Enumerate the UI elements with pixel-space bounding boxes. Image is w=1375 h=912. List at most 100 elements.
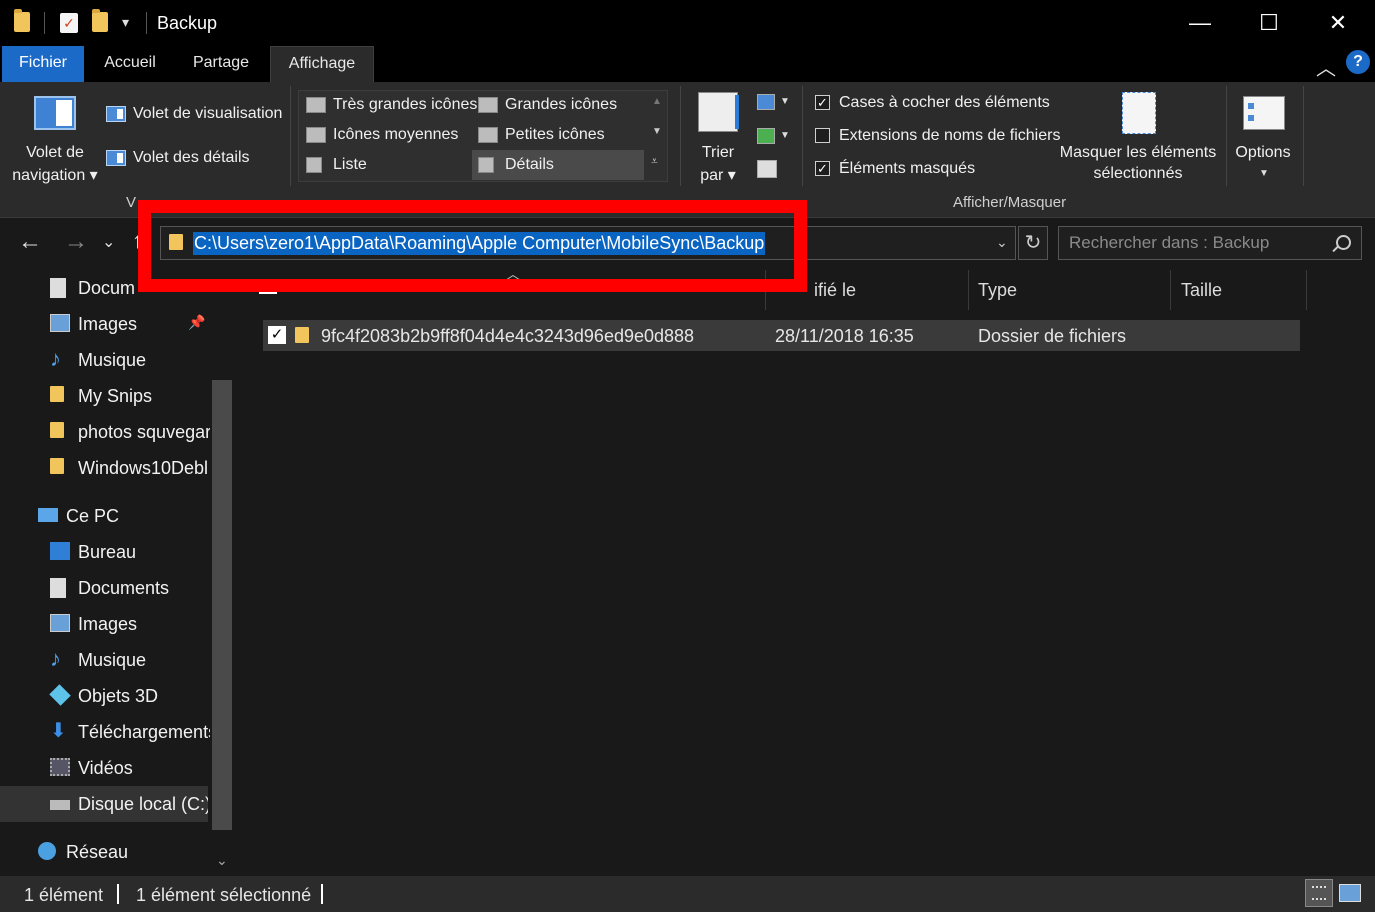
sort-by-label[interactable]: Trier bbox=[690, 144, 746, 162]
file-extensions-checkbox[interactable] bbox=[815, 128, 830, 143]
column-header-type[interactable]: Type bbox=[978, 280, 1017, 301]
layout-small-icons[interactable]: Petites icônes bbox=[505, 126, 605, 144]
tab-fichier[interactable]: Fichier bbox=[2, 46, 84, 82]
nav-item-reseau[interactable]: Réseau bbox=[0, 834, 210, 870]
layout-list[interactable]: Liste bbox=[333, 156, 367, 174]
large-icons-view-icon[interactable] bbox=[1339, 884, 1361, 902]
details-pane-button[interactable]: Volet des détails bbox=[133, 149, 250, 167]
hide-selected-label-2[interactable]: sélectionnés bbox=[1056, 165, 1220, 183]
nav-item-label: Docum bbox=[78, 278, 136, 298]
nav-item-documents-pc[interactable]: Documents bbox=[0, 570, 210, 606]
music-icon: ♪ bbox=[50, 346, 61, 371]
gallery-up-icon[interactable]: ▲ bbox=[652, 96, 662, 107]
nav-item-photos[interactable]: photos squvegar bbox=[0, 414, 210, 450]
nav-item-bureau[interactable]: Bureau bbox=[0, 534, 210, 570]
divider bbox=[146, 12, 147, 34]
row-checkbox[interactable]: ✓ bbox=[268, 326, 286, 344]
customize-toolbar-icon[interactable]: ▾ bbox=[122, 14, 129, 31]
properties-icon[interactable]: ✓ bbox=[60, 13, 78, 33]
folder-icon bbox=[50, 386, 70, 404]
layout-details[interactable]: Détails bbox=[505, 156, 554, 174]
item-checkboxes-label[interactable]: Cases à cocher des éléments bbox=[839, 94, 1050, 112]
nav-item-objets-3d[interactable]: Objets 3D bbox=[0, 678, 210, 714]
maximize-button[interactable]: ☐ bbox=[1234, 0, 1304, 46]
video-icon bbox=[50, 758, 70, 776]
column-header-size[interactable]: Taille bbox=[1181, 280, 1222, 301]
navigation-pane-label[interactable]: Volet de bbox=[4, 144, 106, 162]
details-pane-icon bbox=[106, 150, 126, 166]
hide-selected-icon[interactable] bbox=[1122, 92, 1156, 134]
nav-item-label: Bureau bbox=[78, 542, 137, 562]
divider bbox=[1170, 270, 1171, 310]
options-label[interactable]: Options bbox=[1230, 144, 1296, 162]
nav-item-this-pc[interactable]: Ce PC bbox=[0, 498, 210, 534]
nav-item-my-snips[interactable]: My Snips bbox=[0, 378, 210, 414]
layout-selected-bg bbox=[472, 150, 644, 180]
column-header-modified[interactable]: ifié le bbox=[814, 280, 856, 301]
hide-selected-label[interactable]: Masquer les éléments bbox=[1056, 144, 1220, 162]
add-columns-icon[interactable] bbox=[757, 128, 775, 144]
group-by-icon[interactable] bbox=[757, 94, 775, 110]
medium-icons-icon bbox=[306, 127, 326, 143]
select-all-checkbox[interactable] bbox=[259, 280, 277, 294]
tab-accueil[interactable]: Accueil bbox=[92, 46, 168, 82]
address-path[interactable]: C:\Users\zero1\AppData\Roaming\Apple Com… bbox=[193, 232, 766, 255]
nav-item-documents[interactable]: Docum bbox=[0, 270, 210, 306]
add-columns-dropdown-icon[interactable]: ▼ bbox=[780, 130, 790, 141]
forward-icon[interactable]: → bbox=[64, 228, 88, 256]
pin-icon[interactable]: 📌 bbox=[188, 314, 205, 331]
back-icon[interactable]: ← bbox=[18, 228, 42, 256]
gallery-expand-icon[interactable]: ⩡ bbox=[651, 154, 658, 169]
collapse-ribbon-icon[interactable]: ︿ bbox=[1316, 52, 1336, 81]
group-by-dropdown-icon[interactable]: ▼ bbox=[780, 96, 790, 107]
gallery-down-icon[interactable]: ▼ bbox=[652, 126, 662, 137]
file-name[interactable]: 9fc4f2083b2b9ff8f04d4e4c3243d96ed9e0d888 bbox=[321, 326, 694, 347]
nav-item-telechargements[interactable]: ⬇ Téléchargements bbox=[0, 714, 210, 750]
nav-item-musique-pc[interactable]: ♪ Musique bbox=[0, 642, 210, 678]
size-columns-icon[interactable] bbox=[757, 160, 777, 178]
file-extensions-label[interactable]: Extensions de noms de fichiers bbox=[839, 127, 1060, 145]
preview-pane-button[interactable]: Volet de visualisation bbox=[133, 105, 282, 123]
hidden-items-label[interactable]: Éléments masqués bbox=[839, 160, 975, 178]
layout-large-icons[interactable]: Grandes icônes bbox=[505, 96, 617, 114]
new-folder-icon[interactable] bbox=[92, 9, 108, 32]
tab-partage[interactable]: Partage bbox=[180, 46, 262, 82]
close-button[interactable]: ✕ bbox=[1303, 0, 1373, 46]
nav-item-label: Téléchargements bbox=[78, 722, 210, 742]
sort-by-icon[interactable] bbox=[698, 92, 739, 132]
details-view-icon[interactable] bbox=[1305, 879, 1333, 907]
sort-by-label-2[interactable]: par ▾ bbox=[690, 165, 746, 185]
nav-item-disque-local[interactable]: Disque local (C:) bbox=[0, 786, 208, 822]
options-icon[interactable] bbox=[1243, 96, 1285, 130]
nav-item-windows10debl[interactable]: Windows10Debl bbox=[0, 450, 210, 486]
scroll-down-icon[interactable]: ⌄ bbox=[216, 852, 228, 869]
divider bbox=[680, 86, 681, 186]
layout-extra-large-icons[interactable]: Très grandes icônes bbox=[333, 96, 477, 114]
nav-item-label: Documents bbox=[78, 578, 170, 598]
nav-scrollbar-thumb[interactable] bbox=[212, 380, 232, 830]
tab-affichage[interactable]: Affichage bbox=[270, 46, 374, 82]
navigation-pane-icon[interactable] bbox=[34, 96, 76, 130]
status-selected-count: 1 élément sélectionné bbox=[136, 885, 312, 905]
address-dropdown-icon[interactable]: ⌄ bbox=[996, 234, 1008, 251]
nav-item-videos[interactable]: Vidéos bbox=[0, 750, 210, 786]
item-checkboxes-checkbox[interactable]: ✓ bbox=[815, 95, 830, 110]
recent-locations-icon[interactable]: ⌄ bbox=[102, 232, 115, 252]
minimize-button[interactable]: — bbox=[1165, 0, 1235, 46]
search-box[interactable] bbox=[1058, 226, 1362, 260]
up-icon[interactable]: ↑ bbox=[132, 228, 143, 254]
extra-large-icons-icon bbox=[306, 97, 326, 113]
options-dropdown-icon[interactable]: ▼ bbox=[1259, 168, 1269, 179]
refresh-button[interactable]: ↻ bbox=[1018, 226, 1048, 260]
nav-item-images[interactable]: Images 📌 bbox=[0, 306, 210, 342]
hidden-items-checkbox[interactable]: ✓ bbox=[815, 161, 830, 176]
ribbon-tabs: Fichier Accueil Partage Affichage ︿ ? bbox=[0, 46, 1375, 82]
navigation-pane-label-2[interactable]: navigation ▾ bbox=[4, 165, 106, 185]
nav-item-images-pc[interactable]: Images bbox=[0, 606, 210, 642]
sort-indicator-icon: ︿ bbox=[506, 266, 520, 282]
layout-medium-icons[interactable]: Icônes moyennes bbox=[333, 126, 458, 144]
nav-item-musique[interactable]: ♪ Musique bbox=[0, 342, 210, 378]
help-icon[interactable]: ? bbox=[1346, 50, 1370, 74]
search-input[interactable] bbox=[1069, 233, 1329, 253]
search-icon[interactable] bbox=[1336, 235, 1351, 250]
